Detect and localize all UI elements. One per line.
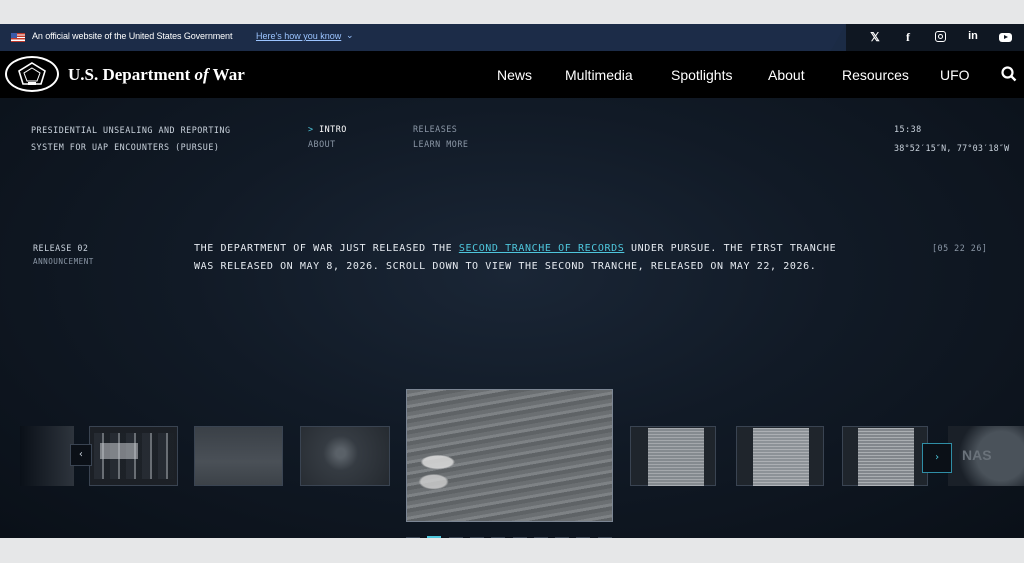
carousel-thumb[interactable] (89, 426, 178, 486)
chevron-down-icon[interactable]: ⌄ (346, 30, 354, 41)
youtube-icon[interactable] (995, 30, 1015, 44)
pursue-title-line2: SYSTEM FOR UAP ENCOUNTERS (PURSUE) (31, 142, 220, 152)
gov-banner: An official website of the United States… (0, 24, 1024, 51)
release-date: [05 22 26] (932, 243, 988, 253)
dow-seal-logo[interactable] (5, 56, 59, 92)
nav-news[interactable]: News (497, 67, 532, 83)
coordinates: 38°52′15″N, 77°03′18″W (894, 143, 1010, 153)
announcement-line1: THE DEPARTMENT OF WAR JUST RELEASED THE … (194, 243, 837, 254)
second-tranche-link[interactable]: SECOND TRANCHE OF RECORDS (459, 243, 625, 254)
nav-multimedia[interactable]: Multimedia (565, 67, 633, 83)
browser-viewport: An official website of the United States… (0, 24, 1024, 538)
carousel-next-button[interactable]: › (922, 443, 952, 473)
instagram-icon[interactable] (930, 30, 950, 44)
carousel-thumb[interactable] (736, 426, 824, 486)
carousel-thumb[interactable] (194, 426, 283, 486)
x-icon[interactable]: 𝕏 (865, 30, 885, 44)
release-label: RELEASE 02 (33, 243, 89, 253)
carousel-thumb[interactable]: NAS (948, 426, 1024, 486)
carousel-thumb[interactable] (20, 426, 74, 486)
pursue-hero: PRESIDENTIAL UNSEALING AND REPORTING SYS… (0, 98, 1024, 538)
menu-about[interactable]: ABOUT (308, 139, 336, 149)
menu-learn-more[interactable]: LEARN MORE (413, 139, 468, 149)
heres-how-you-know-link[interactable]: Here's how you know (256, 31, 341, 41)
featured-video-thumbnail[interactable] (406, 389, 613, 522)
menu-releases[interactable]: RELEASES (413, 124, 457, 134)
nasa-watermark: NAS (962, 447, 992, 463)
pursue-title-line1: PRESIDENTIAL UNSEALING AND REPORTING (31, 125, 231, 135)
nav-ufo[interactable]: UFO (940, 67, 970, 83)
facebook-icon[interactable]: f (898, 30, 918, 45)
nav-resources[interactable]: Resources (842, 67, 909, 83)
linkedin-icon[interactable]: in (963, 30, 983, 42)
clock-time: 15:38 (894, 124, 922, 134)
menu-intro[interactable]: > INTRO (308, 124, 347, 134)
main-nav: U.S. Department of War News Multimedia S… (0, 51, 1024, 98)
us-flag-icon (11, 33, 25, 42)
chevron-left-icon: ‹ (77, 449, 85, 460)
search-icon[interactable] (1001, 66, 1017, 87)
nav-spotlights[interactable]: Spotlights (671, 67, 732, 83)
chevron-right-icon: › (933, 452, 941, 463)
gov-banner-text: An official website of the United States… (32, 31, 233, 41)
site-title[interactable]: U.S. Department of War (68, 65, 245, 85)
carousel-thumb[interactable] (842, 426, 928, 486)
carousel-thumb[interactable] (300, 426, 390, 486)
page-bottom-strip (0, 538, 1024, 563)
release-sublabel: ANNOUNCEMENT (33, 257, 94, 266)
carousel-thumb[interactable] (630, 426, 716, 486)
nav-about[interactable]: About (768, 67, 805, 83)
carousel-prev-button[interactable]: ‹ (70, 444, 92, 466)
announcement-line2: WAS RELEASED ON MAY 8, 2026. SCROLL DOWN… (194, 261, 817, 272)
